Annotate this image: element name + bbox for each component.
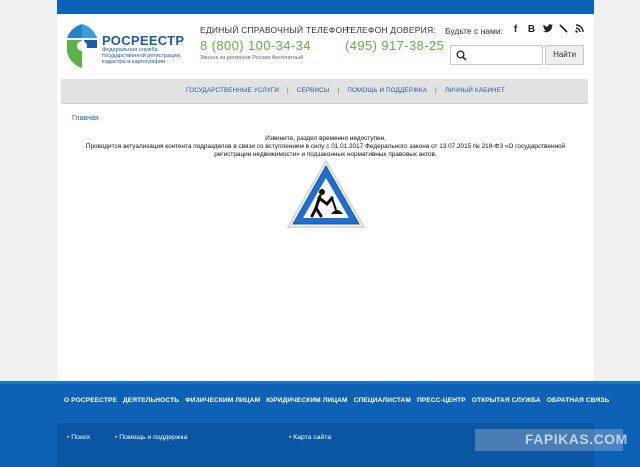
- help-phone-label: ЕДИНЫЙ СПРАВОЧНЫЙ ТЕЛЕФОН:: [200, 25, 352, 35]
- road-works-sign-icon: [286, 158, 366, 228]
- trust-phone-block: ТЕЛЕФОН ДОВЕРИЯ: (495) 917-38-25: [345, 25, 444, 53]
- search-box: [450, 45, 543, 65]
- top-strip: [57, 0, 594, 14]
- breadcrumb-home[interactable]: Главная: [72, 115, 99, 122]
- social-label: Будьте с нами:: [445, 26, 503, 36]
- footer: О РОСРЕЕСТРЕ ДЕЯТЕЛЬНОСТЬ ФИЗИЧЕСКИМ ЛИЦ…: [0, 381, 640, 467]
- footer-bottom-panel: • Поиск • Помощь и поддержка • Карта сай…: [57, 423, 627, 467]
- watermark: FAPIKAS.COM: [475, 429, 627, 451]
- footer-nav-feedback[interactable]: ОБРАТНАЯ СВЯЗЬ: [547, 397, 610, 404]
- logo-emblem-icon: [67, 24, 97, 68]
- footer-divider: [0, 381, 640, 384]
- footer-nav-about[interactable]: О РОСРЕЕСТРЕ: [64, 397, 117, 404]
- twitter-icon[interactable]: [543, 24, 553, 36]
- site-logo[interactable]: РОСРЕЕСТР Федеральная служба государстве…: [65, 22, 195, 72]
- nav-separator: |: [435, 87, 437, 94]
- page-container: РОСРЕЕСТР Федеральная служба государстве…: [57, 14, 594, 381]
- footer-nav-open-service[interactable]: ОТКРЫТАЯ СЛУЖБА: [472, 397, 541, 404]
- main-nav: ГОСУДАРСТВЕННЫЕ УСЛУГИ | СЕРВИСЫ | ПОМОЩ…: [61, 79, 588, 104]
- rss-icon[interactable]: [575, 24, 584, 36]
- footer-link-sitemap[interactable]: • Карта сайта: [289, 434, 331, 441]
- logo-title: РОСРЕЕСТР: [102, 33, 185, 48]
- search-button[interactable]: Найти: [545, 45, 584, 65]
- footer-nav-press[interactable]: ПРЕСС-ЦЕНТР: [417, 397, 466, 404]
- search-input[interactable]: [471, 48, 541, 62]
- nav-item-services[interactable]: ГОСУДАРСТВЕННЫЕ УСЛУГИ: [186, 87, 279, 94]
- footer-nav-legal[interactable]: ЮРИДИЧЕСКИМ ЛИЦАМ: [266, 397, 347, 404]
- footer-nav-individuals[interactable]: ФИЗИЧЕСКИМ ЛИЦАМ: [185, 397, 260, 404]
- trust-phone-label: ТЕЛЕФОН ДОВЕРИЯ:: [345, 25, 436, 35]
- livejournal-icon[interactable]: [559, 24, 568, 36]
- footer-link-help[interactable]: • Помощь и поддержка: [115, 434, 187, 441]
- notice-title: Извините, раздел временно недоступен.: [265, 135, 386, 142]
- nav-item-cabinet[interactable]: ЛИЧНЫЙ КАБИНЕТ: [445, 87, 505, 94]
- help-phone-number[interactable]: 8 (800) 100-34-34: [200, 38, 351, 53]
- social-links: f B: [511, 24, 584, 36]
- footer-nav-activity[interactable]: ДЕЯТЕЛЬНОСТЬ: [123, 397, 179, 404]
- nav-item-help[interactable]: ПОМОЩЬ И ПОДДЕРЖКА: [347, 87, 427, 94]
- help-phone-note: Звонок из регионов России бесплатный: [200, 55, 304, 61]
- logo-subtitle: Федеральная служба государственной регис…: [102, 47, 182, 66]
- vk-icon[interactable]: B: [527, 24, 536, 36]
- nav-separator: |: [287, 87, 289, 94]
- footer-link-search[interactable]: • Поиск: [67, 434, 90, 441]
- trust-phone-number[interactable]: (495) 917-38-25: [345, 38, 444, 53]
- search-icon: [456, 50, 467, 61]
- facebook-icon[interactable]: f: [511, 24, 520, 36]
- footer-nav-specialists[interactable]: СПЕЦИАЛИСТАМ: [354, 397, 411, 404]
- notice-block: Извините, раздел временно недоступен. Пр…: [57, 135, 594, 160]
- nav-item-tools[interactable]: СЕРВИСЫ: [297, 87, 330, 94]
- footer-nav: О РОСРЕЕСТРЕ ДЕЯТЕЛЬНОСТЬ ФИЗИЧЕСКИМ ЛИЦ…: [64, 397, 609, 404]
- nav-separator: |: [337, 87, 340, 94]
- help-phone-block: ЕДИНЫЙ СПРАВОЧНЫЙ ТЕЛЕФОН: 8 (800) 100-3…: [200, 25, 351, 61]
